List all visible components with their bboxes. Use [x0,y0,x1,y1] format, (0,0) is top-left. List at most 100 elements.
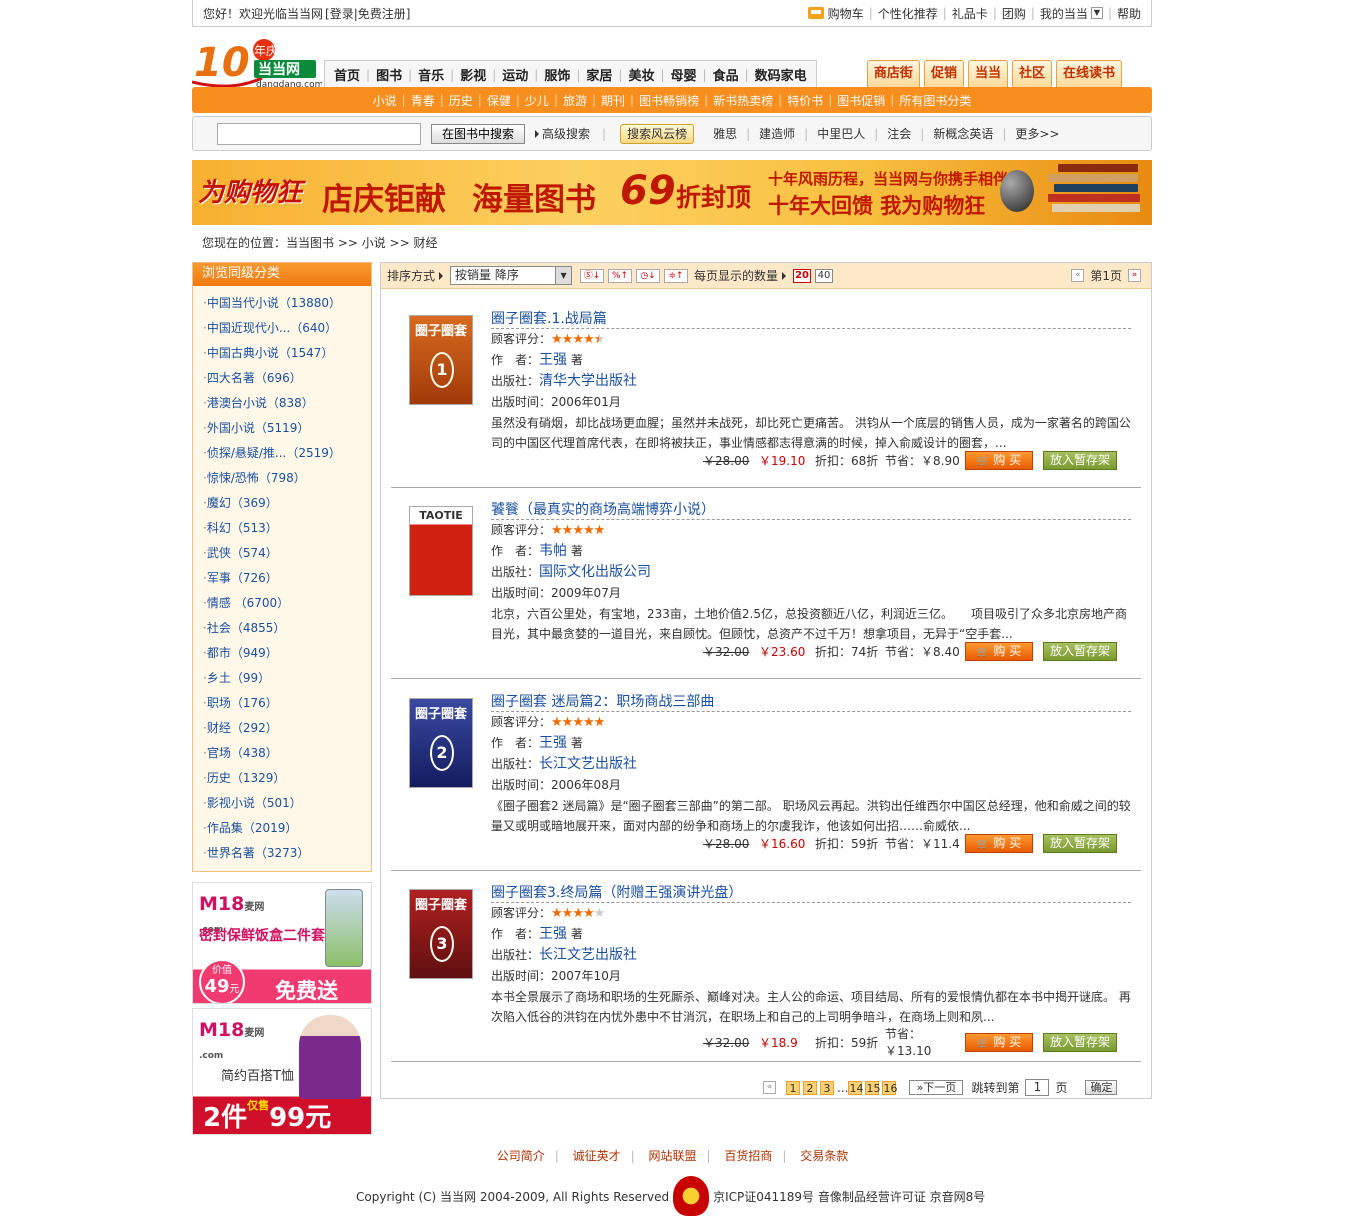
subnav-all-categories[interactable]: 所有图书分类 [894,92,976,109]
publisher-link[interactable]: 长江文艺出版社 [539,947,637,963]
book-cover[interactable]: TAOTIE [409,506,473,596]
sort-discount-icon[interactable]: %↑ [608,268,633,283]
book-title[interactable]: 饕餮（最真实的商场高端博弈小说） [491,500,1131,520]
category-item[interactable]: ·军事（726） [193,566,371,591]
sort-date-icon[interactable]: ◷↓ [636,268,661,283]
add-to-wishlist-button[interactable]: 放入暂存架 [1043,1032,1117,1052]
author-link[interactable]: 王强 [539,352,567,368]
jump-page-input[interactable]: 1 [1025,1079,1050,1096]
publisher-link[interactable]: 长江文艺出版社 [539,756,637,772]
category-item[interactable]: ·魔幻（369） [193,491,371,516]
subnav-youth[interactable]: 青春 [406,92,440,109]
subnav-health[interactable]: 保健 [482,92,516,109]
perpage-20-button[interactable]: 20 [793,268,812,283]
hot-link-nakasato[interactable]: 中里巴人 [808,125,874,142]
category-item[interactable]: ·侦探/悬疑/推...（2519） [193,441,371,466]
category-item[interactable]: ·历史（1329） [193,766,371,791]
sort-sales-icon[interactable]: Ⓢ↓ [580,268,605,283]
jump-ok-button[interactable]: 确定 [1085,1080,1118,1095]
dangdang-logo[interactable]: 10 年庆 当当网 dangdang.com [191,38,323,90]
page-number[interactable]: 3 [820,1080,834,1095]
nav-home[interactable]: 首页 [328,65,366,84]
buy-button[interactable]: 购 买 [965,834,1033,853]
promo-banner[interactable]: 为购物狂 店庆钜献 海量图书 69 折封顶 十年风雨历程，当当网与你携手相伴 十… [192,160,1152,225]
category-item[interactable]: ·财经（292） [193,716,371,741]
category-item[interactable]: ·中国近现代小...（640） [193,316,371,341]
footer-link-affiliate[interactable]: 网站联盟 [638,1149,706,1163]
buy-button[interactable]: 购 买 [965,642,1033,661]
add-to-wishlist-button[interactable]: 放入暂存架 [1043,451,1117,470]
perpage-40-button[interactable]: 40 [815,268,834,283]
footer-link-merchants[interactable]: 百货招商 [714,1149,782,1163]
add-to-wishlist-button[interactable]: 放入暂存架 [1043,642,1117,661]
buy-button[interactable]: 购 买 [965,1032,1033,1052]
subnav-travel[interactable]: 旅游 [558,92,592,109]
sort-price-icon[interactable]: ≑↑ [664,268,689,283]
category-item[interactable]: ·中国当代小说（13880） [193,291,371,316]
top-link-recommend[interactable]: 个性化推荐 [878,5,938,22]
nav-digital[interactable]: 数码家电 [749,65,813,84]
nav-home-living[interactable]: 家居 [580,65,618,84]
publisher-link[interactable]: 清华大学出版社 [539,373,637,389]
category-item[interactable]: ·社会（4855） [193,616,371,641]
category-item[interactable]: ·影视小说（501） [193,791,371,816]
search-input[interactable] [217,122,421,145]
category-item[interactable]: ·四大名著（696） [193,366,371,391]
category-item[interactable]: ·外国小说（5119） [193,416,371,441]
nav-online-reading[interactable]: 在线读书 [1055,60,1122,88]
category-item[interactable]: ·情感 （6700） [193,591,371,616]
category-item[interactable]: ·科幻（513） [193,516,371,541]
category-item[interactable]: ·官场（438） [193,741,371,766]
nav-beauty[interactable]: 美妆 [622,65,660,84]
next-page-button[interactable]: »下一页 [909,1080,964,1095]
subnav-magazines[interactable]: 期刊 [596,92,630,109]
subnav-bargain[interactable]: 特价书 [782,92,828,109]
top-link-help[interactable]: 帮助 [1117,5,1141,22]
ad-lunchbox[interactable]: M18麦网 .com 密封保鲜饭盒二件套 价值 49元 免费送 [192,882,372,1004]
hot-link-more[interactable]: 更多>> [1006,125,1068,142]
hot-link-ielts[interactable]: 雅思 [704,125,746,142]
subnav-new-hot[interactable]: 新书热卖榜 [708,92,778,109]
category-item[interactable]: ·港澳台小说（838） [193,391,371,416]
police-seal-icon[interactable] [673,1176,710,1216]
nav-food[interactable]: 食品 [707,65,745,84]
nav-sports[interactable]: 运动 [496,65,534,84]
nav-community[interactable]: 社区 [1011,60,1052,88]
nav-music[interactable]: 音乐 [412,65,450,84]
subnav-history[interactable]: 历史 [444,92,478,109]
next-page-icon[interactable]: » [1128,269,1141,282]
buy-button[interactable]: 购 买 [965,451,1033,470]
chevron-down-icon[interactable]: ▼ [1090,7,1103,19]
subnav-children[interactable]: 少儿 [520,92,554,109]
ad-tshirt[interactable]: M18麦网 .com 简约百搭T恤 2件仅售99元 [192,1008,372,1135]
category-item[interactable]: ·武侠（574） [193,541,371,566]
footer-link-jobs[interactable]: 诚征英才 [563,1149,631,1163]
book-cover[interactable]: 圈子圈套 3 [409,889,473,979]
nav-books[interactable]: 图书 [370,65,408,84]
author-link[interactable]: 王强 [539,926,567,942]
category-item[interactable]: ·世界名著（3273） [193,841,371,866]
author-link[interactable]: 韦帕 [539,543,567,559]
subnav-bestsellers[interactable]: 图书畅销榜 [634,92,704,109]
page-number[interactable]: 15 [865,1080,880,1095]
page-number[interactable]: 1 [786,1080,800,1095]
subnav-fiction[interactable]: 小说 [368,92,402,109]
search-button[interactable]: 在图书中搜索 [431,123,526,144]
footer-link-about[interactable]: 公司简介 [487,1149,555,1163]
hot-link-constructor[interactable]: 建造师 [750,125,804,142]
top-link-giftcard[interactable]: 礼品卡 [952,5,988,22]
sort-select[interactable]: 按销量 降序 [450,266,573,285]
nav-clothing[interactable]: 服饰 [538,65,576,84]
author-link[interactable]: 王强 [539,735,567,751]
register-link[interactable]: |免费注册] [354,7,411,21]
hot-link-cpa[interactable]: 注会 [878,125,920,142]
advanced-search-link[interactable]: 高级搜索 [535,125,590,142]
category-item[interactable]: ·作品集（2019） [193,816,371,841]
hot-link-nce[interactable]: 新概念英语 [924,125,1002,142]
login-link[interactable]: [登录 [325,7,354,21]
category-item[interactable]: ·都市（949） [193,641,371,666]
book-title[interactable]: 圈子圈套.1.战局篇 [491,309,1131,329]
book-cover[interactable]: 圈子圈套 2 [409,698,473,788]
prev-page-icon[interactable]: « [1071,269,1085,282]
hot-search-button[interactable]: 搜索风云榜 [620,123,695,144]
